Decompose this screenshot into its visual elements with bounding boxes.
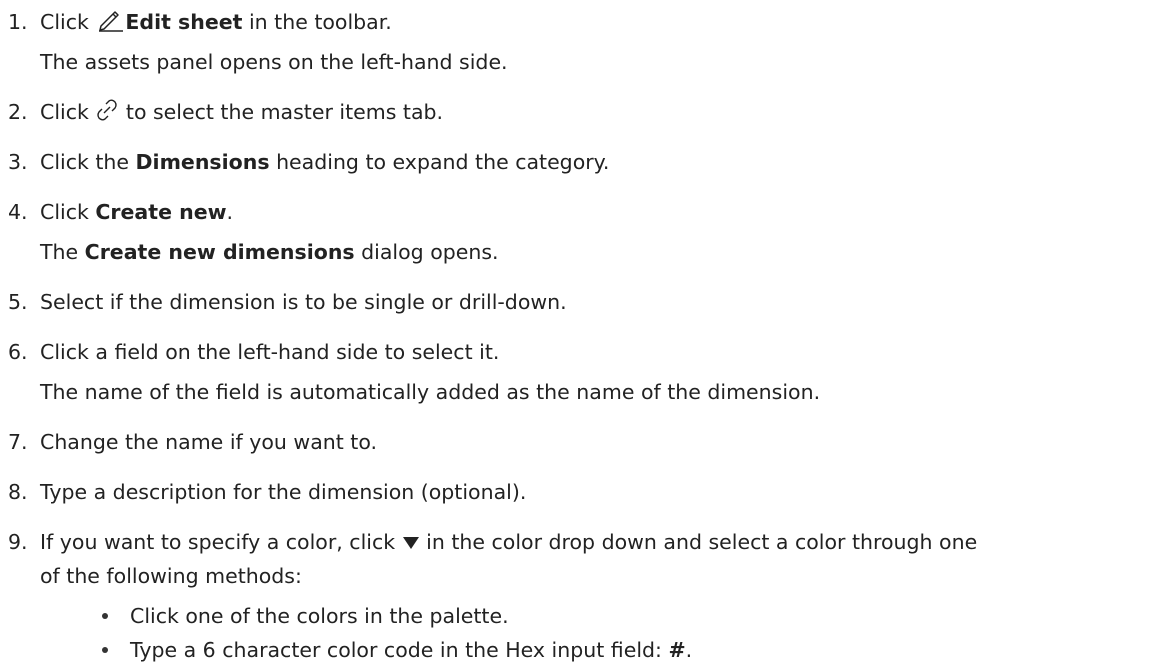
step-text: Click <box>40 200 96 224</box>
edit-pencil-icon <box>99 11 124 32</box>
step-8: 8. Type a description for the dimension (… <box>8 478 526 506</box>
bullet-text-end: . <box>685 638 693 662</box>
step-number: 3. <box>8 150 28 174</box>
step-number: 4. <box>8 200 28 224</box>
instructions-document: 1. Click Edit sheet in the toolbar. The a… <box>0 0 1163 662</box>
step-text: Type a description for the dimension (op… <box>40 480 527 504</box>
step-number: 2. <box>8 100 28 124</box>
step-6-result: The name of the field is automatically a… <box>40 380 821 404</box>
link-icon <box>97 99 118 121</box>
bullet-item-palette: Click one of the colors in the palette. <box>130 604 509 628</box>
step-9: 9. If you want to specify a color, click … <box>8 528 977 556</box>
bullet-dot <box>102 647 108 653</box>
dimensions-label: Dimensions <box>135 150 270 174</box>
step-4-result: The Create new dimensions dialog opens. <box>40 238 499 266</box>
step-text: Change the name if you want to. <box>40 430 378 454</box>
bullet-text: Type a 6 character color code in the Hex… <box>130 638 669 662</box>
step-number: 5. <box>8 290 28 314</box>
step-4: 4. Click Create new. <box>8 198 233 226</box>
step-3: 3. Click the Dimensions heading to expand… <box>8 148 609 176</box>
triangle-down-icon <box>402 537 419 549</box>
result-text: The <box>40 240 85 264</box>
step-number: 1. <box>8 10 28 34</box>
step-number: 6. <box>8 340 28 364</box>
step-text: Click the <box>40 150 136 174</box>
step-text: If you want to specify a color, click <box>40 530 396 554</box>
step-number: 8. <box>8 480 28 504</box>
step-text: Click <box>40 10 89 34</box>
step-text-end: . <box>226 200 234 224</box>
step-text-end: heading to expand the category. <box>269 150 610 174</box>
edit-sheet-label: Edit sheet <box>125 10 243 34</box>
bullet-item-hex: Type a 6 character color code in the Hex… <box>130 636 692 664</box>
step-text: Click a field on the left-hand side to s… <box>40 340 500 364</box>
step-text: Click <box>40 100 89 124</box>
create-new-label: Create new <box>95 200 227 224</box>
step-text-end: to select the master items tab. <box>119 100 444 124</box>
step-7: 7. Change the name if you want to. <box>8 428 377 456</box>
result-text-end: dialog opens. <box>354 240 499 264</box>
step-1-result: The assets panel opens on the left-hand … <box>40 50 508 74</box>
step-2: 2. Click to select the master items tab. <box>8 98 443 126</box>
step-text: Select if the dimension is to be single … <box>40 290 567 314</box>
step-1: 1. Click Edit sheet in the toolbar. <box>8 8 392 36</box>
step-5: 5. Select if the dimension is to be singl… <box>8 288 567 316</box>
step-number: 7. <box>8 430 28 454</box>
step-text-end: in the color drop down and select a colo… <box>419 530 978 554</box>
hash-label: # <box>668 638 686 662</box>
step-9-continuation: of the following methods: <box>40 564 302 588</box>
step-text-end: in the toolbar. <box>242 10 392 34</box>
bullet-dot <box>102 613 108 619</box>
step-number: 9. <box>8 530 28 554</box>
create-new-dimensions-label: Create new dimensions <box>84 240 355 264</box>
step-6: 6. Click a field on the left-hand side to… <box>8 338 499 366</box>
